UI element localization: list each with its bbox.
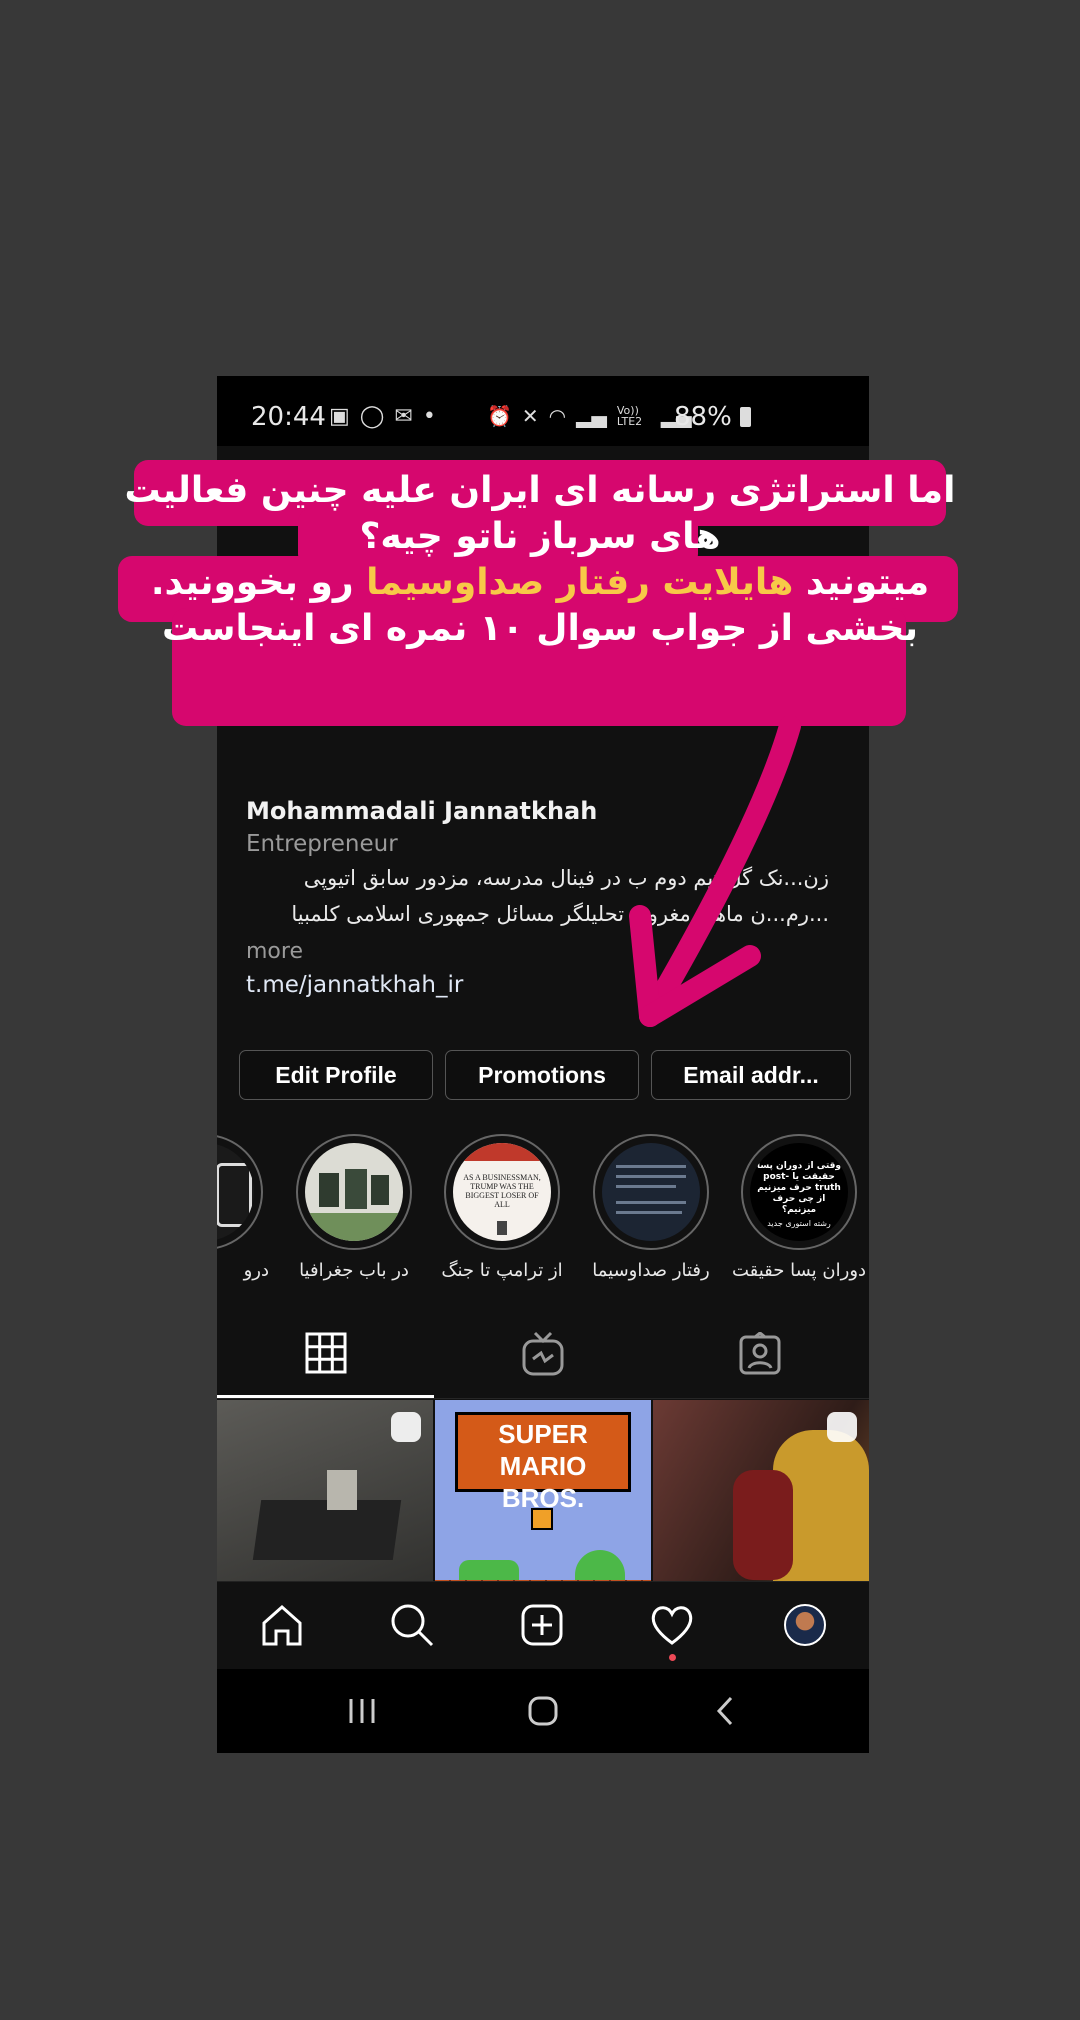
highlight-label: در باب جغرافیا [299,1260,409,1281]
new-post-icon[interactable] [517,1600,567,1650]
search-icon[interactable] [387,1600,437,1650]
overlay-line-2: های سرباز ناتو چیه؟ [359,516,721,557]
highlight-cover: AS A BUSINESSMAN, TRUMP WAS THE BIGGEST … [453,1143,551,1241]
overlay-line-3-pre: میتونید [793,562,930,603]
highlight-label: رفتار صداوسیما [592,1260,710,1281]
home-button-icon[interactable] [527,1695,559,1731]
overlay-line-3-post: رو بخوونید. [150,562,367,603]
tab-igtv[interactable] [434,1310,651,1398]
network-label: Vo)) LTE2 [616,404,643,428]
story-text-overlay: اما استراتژی رسانه ای ایران علیه چنین فع… [118,458,962,726]
signal-icon: ▂▄ [576,404,607,428]
battery-icon [740,407,752,427]
mario-title: SUPER MARIO BROS. [498,1419,588,1513]
highlight-seda-sima[interactable]: رفتار صداوسیما [581,1134,721,1281]
profile-link[interactable]: t.me/jannatkhah_ir [246,972,463,998]
system-nav-bar [217,1669,869,1753]
highlight-cover-text: وقتی از دوران پسا حقیقت یا post-truth حر… [756,1161,841,1215]
wifi-icon: ◠ [548,404,567,428]
alarm-icon: ⏰ [487,404,512,428]
grid-icon [305,1332,346,1373]
recent-apps-icon[interactable] [347,1697,377,1729]
highlight-label: دوران پسا حقیقت [731,1260,867,1281]
highlight-ring [593,1134,709,1250]
mute-icon: ✕ [521,404,539,428]
profile-tabs [217,1310,869,1399]
overlay-line-4: بخشی از جواب سوال ۱۰ نمره ای اینجاست [161,608,918,649]
status-bar: 20:44 ▣ ◯ ✉ • ⏰ ✕ ◠ ▂▄ Vo)) LTE2 ▂▄ 88% [217,376,869,446]
igtv-badge-icon [391,1412,421,1442]
highlight-post-truth[interactable]: وقتی از دوران پسا حقیقت یا post-truth حر… [729,1134,869,1281]
highlight-cover [602,1143,700,1241]
whatsapp-icon: ◯ [359,404,385,429]
highlight-trump[interactable]: AS A BUSINESSMAN, TRUMP WAS THE BIGGEST … [432,1134,572,1281]
tab-grid[interactable] [217,1310,434,1398]
system-icons: ⏰ ✕ ◠ ▂▄ Vo)) LTE2 ▂▄ [487,404,692,428]
promotions-button[interactable]: Promotions [445,1050,639,1100]
bio-more-link[interactable]: more [246,939,303,964]
tab-tagged[interactable] [651,1310,868,1398]
overlay-line-3: میتونید هایلایت رفتار صداوسیما رو بخوونی… [118,560,962,606]
highlight-cover: وقتی از دوران پسا حقیقت یا post-truth حر… [750,1143,848,1241]
igtv-icon [522,1331,563,1376]
highlight-cover-text: AS A BUSINESSMAN, TRUMP WAS THE BIGGEST … [463,1173,541,1209]
highlight-geography[interactable]: در باب جغرافیا [284,1134,424,1281]
bottom-nav [217,1581,869,1670]
notification-dot [669,1654,676,1661]
igtv-badge-icon [827,1412,857,1442]
highlight-label: از ترامپ تا جنگ [441,1260,563,1281]
avatar [784,1604,826,1646]
highlight-ring: AS A BUSINESSMAN, TRUMP WAS THE BIGGEST … [444,1134,560,1250]
highlight-cover [305,1143,403,1241]
gallery-icon: ▣ [329,404,350,429]
profile-category: Entrepreneur [246,831,398,857]
activity-heart-icon[interactable] [647,1600,697,1650]
highlight-ring [296,1134,412,1250]
profile-avatar[interactable] [780,1600,830,1650]
back-icon[interactable] [715,1695,735,1731]
tagged-icon [739,1332,780,1375]
highlight-ring [217,1134,263,1250]
highlight-ring: وقتی از دوران پسا حقیقت یا post-truth حر… [741,1134,857,1250]
home-icon[interactable] [257,1600,307,1650]
notification-icons: ▣ ◯ ✉ • [329,404,436,429]
arrow-annotation-icon [629,716,801,1027]
email-button[interactable]: Email addr... [651,1050,851,1100]
mail-icon: ✉ [394,404,413,429]
highlight-label: درو [243,1260,269,1281]
highlight-cover [217,1143,254,1241]
status-time: 20:44 [251,402,326,432]
dot-icon: • [422,404,436,429]
edit-profile-button[interactable]: Edit Profile [239,1050,433,1100]
battery-level: 88% [674,402,752,432]
battery-text: 88% [674,402,732,432]
profile-name: Mohammadali Jannatkhah [246,797,598,825]
overlay-line-1: اما استراتژی رسانه ای ایران علیه چنین فع… [124,470,956,511]
highlight-cover-footer: رشته استوری جدید [767,1219,831,1228]
overlay-highlight: هایلایت رفتار صداوسیما [366,562,794,603]
highlight-partial[interactable]: درو [217,1134,275,1281]
